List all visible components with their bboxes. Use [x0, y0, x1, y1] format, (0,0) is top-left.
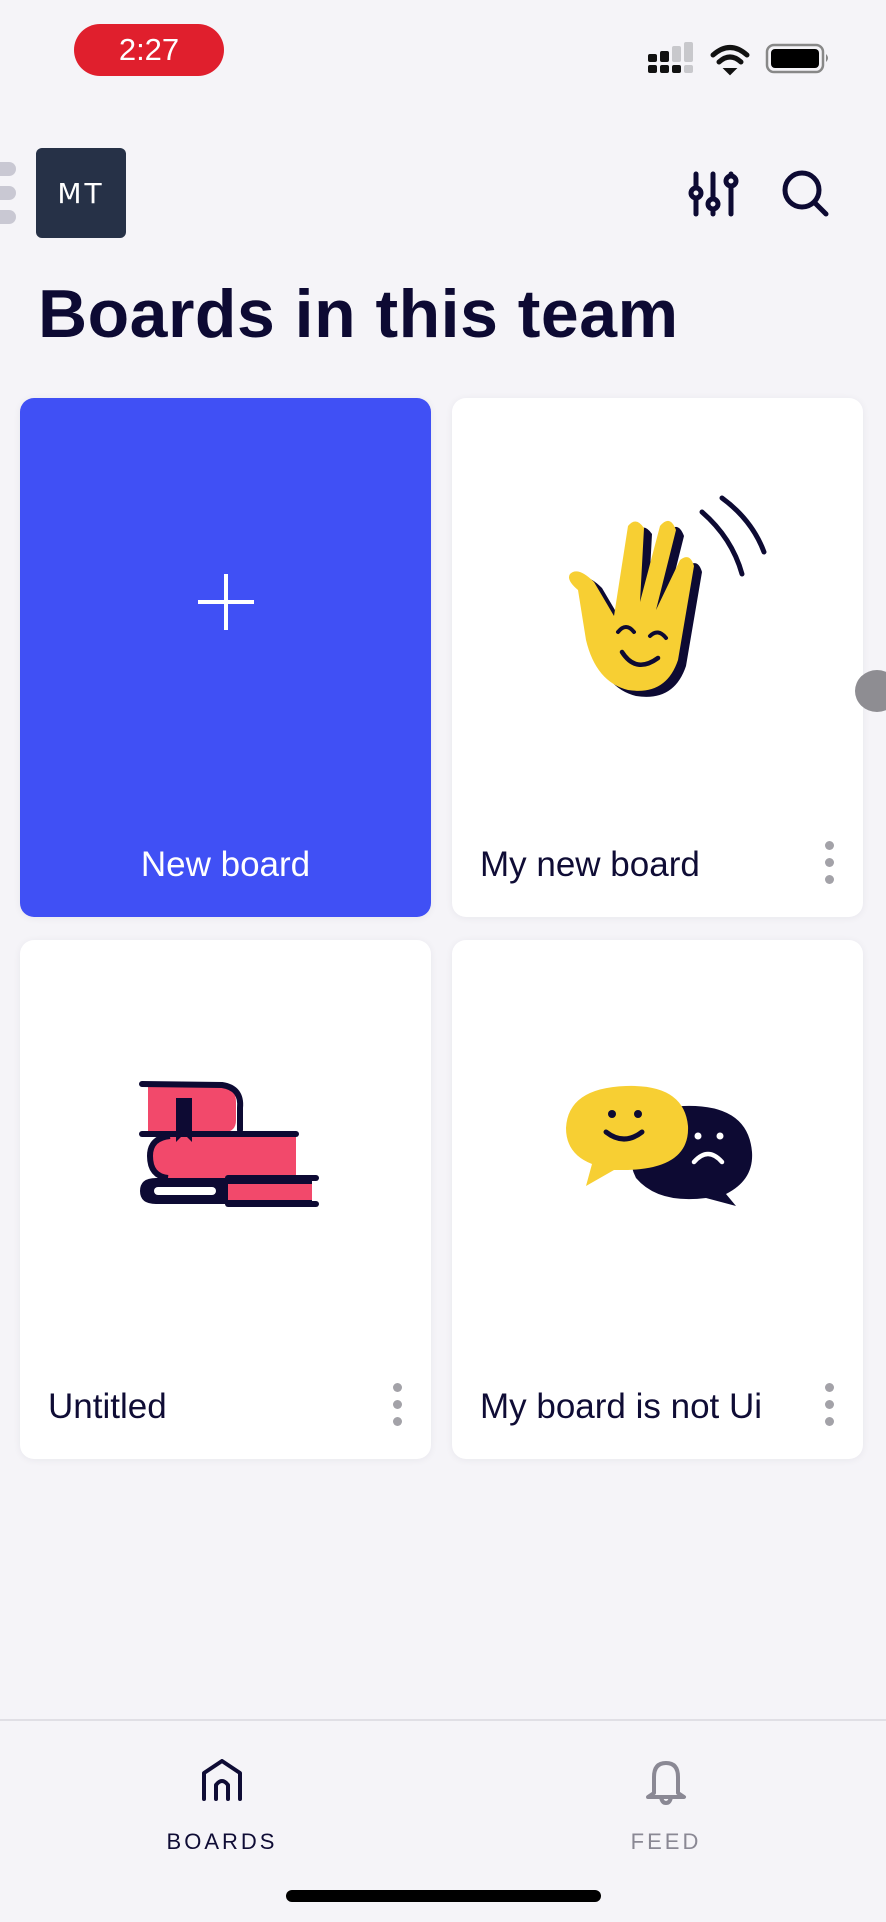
tab-label: FEED: [630, 1829, 702, 1854]
board-label: My new board: [480, 845, 700, 884]
side-menu-handle[interactable]: [0, 162, 18, 224]
tab-label: BOARDS: [166, 1829, 278, 1854]
books-illustration: [139, 1081, 319, 1207]
wifi-icon: [710, 45, 750, 76]
new-board-button[interactable]: New board: [20, 398, 431, 917]
board-label: Untitled: [48, 1387, 167, 1426]
search-icon: [782, 170, 829, 217]
plus-icon: [198, 574, 254, 630]
home-icon: [202, 1759, 242, 1801]
board-more-options-button[interactable]: [387, 1381, 407, 1429]
board-label: My board is not Ui: [480, 1387, 763, 1426]
search-button[interactable]: [776, 166, 836, 222]
board-label: New board: [140, 845, 311, 884]
filter-button[interactable]: [684, 168, 744, 220]
battery-icon: [765, 43, 828, 74]
status-icons: [648, 42, 828, 76]
bell-icon: [646, 1761, 686, 1805]
home-indicator[interactable]: [286, 1890, 601, 1902]
sliders-icon: [688, 171, 739, 217]
status-time: 2:27: [74, 24, 224, 76]
tab-feed[interactable]: FEED: [566, 1751, 766, 1854]
cellular-signal-icon: [648, 42, 693, 73]
board-card-my-board-is-not-ui[interactable]: My board is not Ui: [452, 940, 863, 1459]
board-card-my-new-board[interactable]: My new board: [452, 398, 863, 917]
board-more-options-button[interactable]: [819, 1381, 839, 1429]
board-card-untitled[interactable]: Untitled: [20, 940, 431, 1459]
waving-hand-illustration: [569, 495, 767, 697]
tab-boards[interactable]: BOARDS: [122, 1751, 322, 1854]
page-title: Boards in this team: [38, 276, 679, 352]
team-avatar[interactable]: MT: [36, 148, 126, 238]
board-more-options-button[interactable]: [819, 839, 839, 887]
chat-bubbles-illustration: [566, 1085, 753, 1206]
